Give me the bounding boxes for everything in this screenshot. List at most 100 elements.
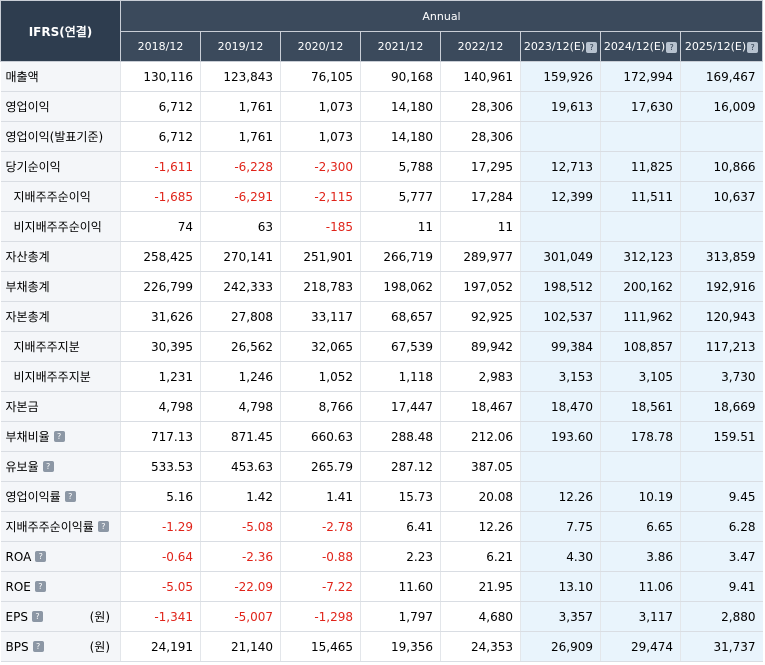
period-header: 2023/12(E)? bbox=[520, 31, 601, 62]
row-label-cell: BPS? (원) bbox=[0, 631, 121, 662]
value-cell: 12,713 bbox=[520, 151, 601, 182]
value-cell: 24,191 bbox=[120, 631, 201, 662]
row-label: 지배주주순이익 bbox=[13, 190, 91, 204]
value-cell bbox=[680, 211, 763, 242]
row-label-cell: 지배주주지분 bbox=[0, 331, 121, 362]
value-cell: 717.13 bbox=[120, 421, 201, 452]
value-cell: -2,300 bbox=[280, 151, 361, 182]
value-cell: 242,333 bbox=[200, 271, 281, 302]
value-cell bbox=[680, 121, 763, 152]
row-label: 영업이익률 bbox=[5, 490, 61, 504]
value-cell: 10,637 bbox=[680, 181, 763, 212]
value-cell: 2.23 bbox=[360, 541, 441, 572]
period-header: 2022/12 bbox=[440, 31, 521, 62]
value-cell: -2.78 bbox=[280, 511, 361, 542]
value-cell: -0.64 bbox=[120, 541, 201, 572]
help-icon[interactable]: ? bbox=[42, 461, 54, 472]
row-label-cell: 자산총계 bbox=[0, 241, 121, 272]
value-cell: 198,062 bbox=[360, 271, 441, 302]
row-label: BPS bbox=[5, 639, 29, 654]
value-cell: -7.22 bbox=[280, 571, 361, 602]
value-cell: 9.45 bbox=[680, 481, 763, 512]
table-row: 자본총계 31,626 27,808 33,117 68,657 92,925 102,53… bbox=[0, 301, 763, 332]
help-icon[interactable]: ? bbox=[32, 641, 44, 652]
value-cell: -5.05 bbox=[120, 571, 201, 602]
help-icon[interactable]: ? bbox=[53, 431, 65, 442]
table-row: 당기순이익 -1,611 -6,228 -2,300 5,788 17,295 12,713… bbox=[0, 151, 763, 182]
help-icon[interactable]: ? bbox=[586, 41, 598, 53]
period-label: 2025/12(E) bbox=[684, 40, 747, 53]
help-icon[interactable]: ? bbox=[31, 611, 43, 622]
value-cell: 17,630 bbox=[600, 91, 681, 122]
value-cell: 67,539 bbox=[360, 331, 441, 362]
row-label: 지배주주순이익률 bbox=[5, 520, 94, 534]
value-cell: 453.63 bbox=[200, 451, 281, 482]
table-row: 자산총계 258,425 270,141 251,901 266,719 289,977 3… bbox=[0, 241, 763, 272]
value-cell: 32,065 bbox=[280, 331, 361, 362]
value-cell: 7.75 bbox=[520, 511, 601, 542]
value-cell: 871.45 bbox=[200, 421, 281, 452]
table-row: 지배주주순이익 -1,685 -6,291 -2,115 5,777 17,284 12,3… bbox=[0, 181, 763, 212]
value-cell: 169,467 bbox=[680, 61, 763, 92]
value-cell: 218,783 bbox=[280, 271, 361, 302]
value-cell: 11.60 bbox=[360, 571, 441, 602]
period-header: 2018/12 bbox=[120, 31, 201, 62]
help-icon[interactable]: ? bbox=[97, 521, 109, 532]
value-cell: 3,730 bbox=[680, 361, 763, 392]
value-cell: 313,859 bbox=[680, 241, 763, 272]
value-cell: 21.95 bbox=[440, 571, 521, 602]
row-label-cell: 영업이익(발표기준) bbox=[0, 121, 121, 152]
value-cell: -6,228 bbox=[200, 151, 281, 182]
value-cell: 11,825 bbox=[600, 151, 681, 182]
row-label-cell: 영업이익 bbox=[0, 91, 121, 122]
help-icon[interactable]: ? bbox=[747, 41, 759, 53]
value-cell: 1.42 bbox=[200, 481, 281, 512]
value-cell: 11.06 bbox=[600, 571, 681, 602]
period-label: 2020/12 bbox=[297, 40, 344, 53]
row-label-cell: 당기순이익 bbox=[0, 151, 121, 182]
value-cell: 30,395 bbox=[120, 331, 201, 362]
help-icon[interactable]: ? bbox=[35, 551, 47, 562]
help-icon[interactable]: ? bbox=[34, 581, 46, 592]
row-label-cell: 매출액 bbox=[0, 61, 121, 92]
row-label: 부채비율 bbox=[5, 430, 50, 444]
value-cell: 3.47 bbox=[680, 541, 763, 572]
row-label-cell: 자본금 bbox=[0, 391, 121, 422]
row-label: ROE bbox=[5, 579, 31, 594]
table-row: EPS? (원) -1,341 -5,007 -1,298 1,797 4,680 3,357… bbox=[0, 601, 763, 632]
period-label: 2021/12 bbox=[377, 40, 424, 53]
value-cell: 140,961 bbox=[440, 61, 521, 92]
row-label: 자본금 bbox=[5, 400, 39, 414]
value-cell: 26,562 bbox=[200, 331, 281, 362]
value-cell: 6,712 bbox=[120, 91, 201, 122]
help-icon[interactable]: ? bbox=[64, 491, 76, 502]
value-cell: 10.19 bbox=[600, 481, 681, 512]
value-cell: 26,909 bbox=[520, 631, 601, 662]
value-cell: -1,341 bbox=[120, 601, 201, 632]
table-row: 부채비율? 717.13 871.45 660.63 288.48 212.06 193.6… bbox=[0, 421, 763, 452]
value-cell: 4,798 bbox=[200, 391, 281, 422]
value-cell: -0.88 bbox=[280, 541, 361, 572]
value-cell: 108,857 bbox=[600, 331, 681, 362]
value-cell: 6.65 bbox=[600, 511, 681, 542]
value-cell: 19,613 bbox=[520, 91, 601, 122]
financial-highlights-table: IFRS(연결) Annual 2018/12 2019/12 2020/12 202… bbox=[0, 0, 763, 662]
row-label: 비지배주주지분 bbox=[13, 370, 91, 384]
row-label: 자본총계 bbox=[5, 310, 50, 324]
value-cell: 3,357 bbox=[520, 601, 601, 632]
value-cell: 192,916 bbox=[680, 271, 763, 302]
value-cell: 2,880 bbox=[680, 601, 763, 632]
row-label: 부채총계 bbox=[5, 280, 50, 294]
table-row: ROE? -5.05 -22.09 -7.22 11.60 21.95 13.10 11.06… bbox=[0, 571, 763, 602]
value-cell: 2,983 bbox=[440, 361, 521, 392]
table-row: 자본금 4,798 4,798 8,766 17,447 18,467 18,470 18,5… bbox=[0, 391, 763, 422]
help-icon[interactable]: ? bbox=[666, 41, 678, 53]
value-cell: -1.29 bbox=[120, 511, 201, 542]
row-label: 당기순이익 bbox=[5, 160, 61, 174]
period-label: 2024/12(E) bbox=[603, 40, 666, 53]
value-cell: -1,685 bbox=[120, 181, 201, 212]
value-cell: -2.36 bbox=[200, 541, 281, 572]
value-cell: 14,180 bbox=[360, 121, 441, 152]
row-label-cell: 유보율? bbox=[0, 451, 121, 482]
row-label-cell: 지배주주순이익률? bbox=[0, 511, 121, 542]
